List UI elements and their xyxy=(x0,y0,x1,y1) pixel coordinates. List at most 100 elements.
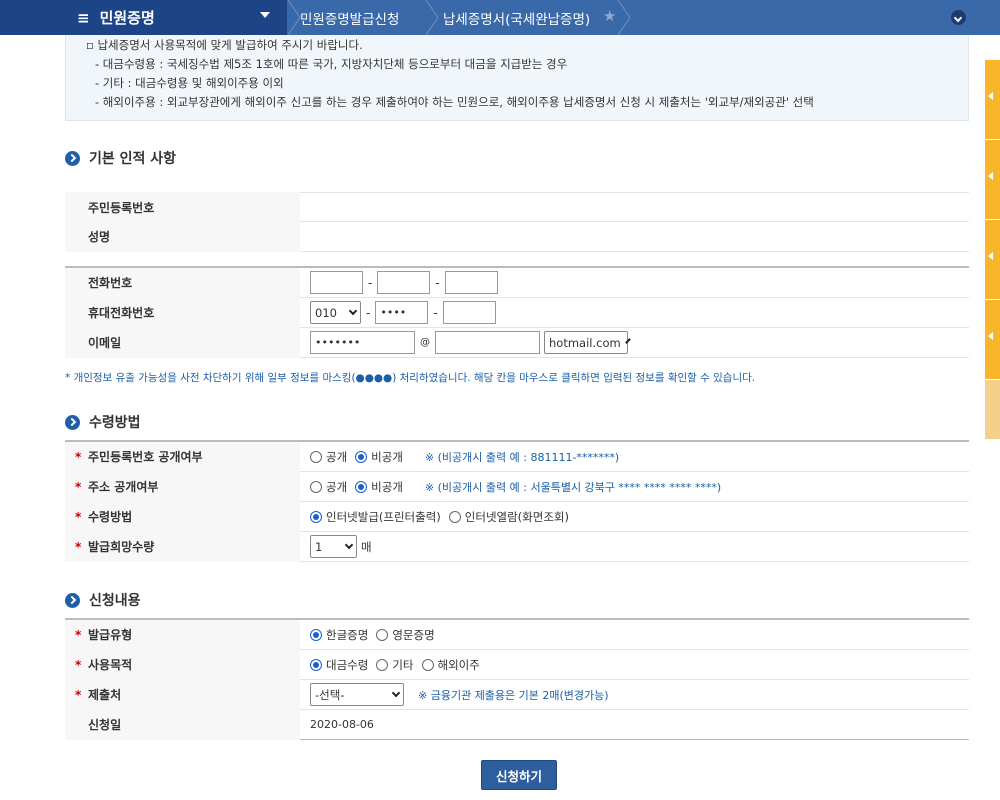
quick-menu-tab[interactable] xyxy=(985,60,1000,140)
addr-public-options: 공개 비공개 ※ (비공개시 출력 예 : 서울특별시 강북구 **** ***… xyxy=(300,472,721,502)
radio-korean[interactable]: 한글증명 xyxy=(310,627,368,643)
radio-print[interactable]: 인터넷발급(프린터출력) xyxy=(310,509,441,525)
purpose-label: 사용목적 xyxy=(88,658,133,672)
required-mark: * xyxy=(75,627,82,642)
section-title-basic-info: 기본 인적 사항 xyxy=(65,148,176,168)
radio-other[interactable]: 기타 xyxy=(376,657,414,673)
quick-menu-tab[interactable] xyxy=(985,380,1000,440)
main-menu-button[interactable]: ≡ 민원증명 xyxy=(0,0,287,35)
section-title-text: 기본 인적 사항 xyxy=(89,151,177,167)
table-row-count: * 발급희망수량 1 매 xyxy=(65,531,969,562)
submit-to-select[interactable]: -선택- xyxy=(310,683,404,706)
hamburger-icon: ≡ xyxy=(77,8,90,27)
radio-public[interactable]: 공개 xyxy=(310,479,347,495)
radio-checked-icon xyxy=(310,628,322,641)
receive-options: 인터넷발급(프린터출력) 인터넷열람(화면조회) xyxy=(300,502,577,532)
email-domain-field[interactable] xyxy=(435,331,540,354)
dash: - xyxy=(433,305,438,320)
menu-title: 민원증명 xyxy=(99,9,155,27)
required-mark: * xyxy=(75,657,82,672)
mobile-field-3[interactable] xyxy=(442,301,496,324)
row-label: * 발급유형 xyxy=(65,619,300,650)
radio-emigrate[interactable]: 해외이주 xyxy=(421,657,480,673)
mobile-prefix-select[interactable]: 010 xyxy=(310,301,361,324)
at-sign: @ xyxy=(420,337,430,348)
breadcrumb-item-certificate-request[interactable]: 민원증명발급신청 xyxy=(300,0,399,35)
date-value: 2020-08-06 xyxy=(310,718,374,731)
count-unit: 매 xyxy=(361,539,372,554)
row-label: * 수령방법 xyxy=(65,501,300,532)
dash: - xyxy=(435,275,440,290)
radio-english[interactable]: 영문증명 xyxy=(376,627,435,643)
row-label: * 사용목적 xyxy=(65,649,300,680)
top-navigation-bar: ≡ 민원증명 민원증명발급신청 납세증명서(국세완납증명) ★ xyxy=(0,0,1000,35)
row-label: 전화번호 xyxy=(65,267,300,298)
phone-label: 전화번호 xyxy=(88,276,133,290)
table-row-issue-type: * 발급유형 한글증명 영문증명 xyxy=(65,619,969,650)
rrn-label: 주민등록번호 xyxy=(88,200,155,215)
arrow-left-icon xyxy=(988,252,993,260)
radio-public[interactable]: 공개 xyxy=(310,449,347,465)
quick-menu-tab[interactable] xyxy=(985,140,1000,220)
arrow-left-icon xyxy=(988,332,993,340)
breadcrumb-item-tax-certificate[interactable]: 납세증명서(국세완납증명) xyxy=(443,0,590,35)
breadcrumb-separator-icon xyxy=(617,0,631,35)
radio-icon xyxy=(448,510,461,523)
table-row-submit-to: * 제출처 -선택- ※ 금융기관 제출용은 기본 2매(변경가능) xyxy=(65,679,969,710)
count-select[interactable]: 1 xyxy=(310,535,357,558)
radio-checked-icon xyxy=(355,480,368,493)
row-label: 신청일 xyxy=(65,709,300,740)
radio-payment[interactable]: 대금수령 xyxy=(310,657,368,673)
issue-type-options: 한글증명 영문증명 xyxy=(300,620,443,650)
table-row-email: 이메일 ••••••• @ hotmail.com xyxy=(65,327,969,358)
mobile-prefix-value: 010 xyxy=(315,305,337,320)
issue-type-label: 발급유형 xyxy=(88,628,133,642)
radio-view[interactable]: 인터넷열람(화면조회) xyxy=(448,509,569,525)
section-title-application: 신청내용 xyxy=(65,590,141,610)
quick-menu-tab[interactable] xyxy=(985,220,1000,300)
arrow-left-icon xyxy=(988,172,993,180)
table-row-rrn: 주민등록번호 xyxy=(65,192,969,222)
quick-menu-tab[interactable] xyxy=(985,300,1000,380)
dash: - xyxy=(366,305,371,320)
phone-field-1[interactable] xyxy=(310,271,363,294)
submit-to-field: -선택- ※ 금융기관 제출용은 기본 2매(변경가능) xyxy=(300,680,609,710)
row-label: * 주민등록번호 공개여부 xyxy=(65,441,300,472)
rrn-public-label: 주민등록번호 공개여부 xyxy=(88,450,203,464)
dash: - xyxy=(368,275,373,290)
favorite-star-icon[interactable]: ★ xyxy=(603,7,616,25)
submit-to-label: 제출처 xyxy=(88,688,122,702)
mobile-label: 휴대전화번호 xyxy=(88,306,155,320)
mobile-field-2[interactable]: •••• xyxy=(375,301,429,324)
radio-icon xyxy=(310,480,322,493)
mobile-fields: 010 - •••• - xyxy=(300,298,496,328)
caret-down-icon xyxy=(260,12,270,18)
radio-label: 한글증명 xyxy=(326,627,369,642)
rrn-public-options: 공개 비공개 ※ (비공개시 출력 예 : 881111-*******) xyxy=(300,442,619,472)
receive-label: 수령방법 xyxy=(88,510,133,524)
email-id-field[interactable]: ••••••• xyxy=(310,331,415,354)
email-domain-select[interactable]: hotmail.com xyxy=(544,331,631,354)
radio-label: 공개 xyxy=(326,479,348,494)
expand-dropdown-icon[interactable] xyxy=(951,10,966,25)
date-label: 신청일 xyxy=(88,718,122,732)
table-row-name: 성명 xyxy=(65,221,969,252)
phone-field-2[interactable] xyxy=(377,271,431,294)
submit-to-value: -선택- xyxy=(315,687,345,702)
breadcrumb-separator-icon xyxy=(425,0,439,35)
radio-private[interactable]: 비공개 xyxy=(355,479,403,495)
notice-line: - 해외이주용 : 외교부장관에게 해외이주 신고를 하는 경우 제출하여야 하… xyxy=(95,95,814,109)
purpose-options: 대금수령 기타 해외이주 xyxy=(300,650,488,680)
radio-label: 인터넷열람(화면조회) xyxy=(464,509,569,524)
privacy-note: * 개인정보 유출 가능성을 사전 차단하기 위해 일부 정보를 마스킹(●●●… xyxy=(65,372,756,384)
submit-hint: ※ 금융기관 제출용은 기본 2매(변경가능) xyxy=(418,688,609,702)
row-label: 휴대전화번호 xyxy=(65,297,300,328)
chevron-down-icon xyxy=(391,688,401,698)
row-label: * 주소 공개여부 xyxy=(65,471,300,502)
radio-private[interactable]: 비공개 xyxy=(355,449,403,465)
required-mark: * xyxy=(75,479,82,494)
apply-button[interactable]: 신청하기 xyxy=(481,760,557,790)
name-label: 성명 xyxy=(88,230,111,244)
radio-label: 비공개 xyxy=(371,479,403,494)
phone-field-3[interactable] xyxy=(444,271,498,294)
